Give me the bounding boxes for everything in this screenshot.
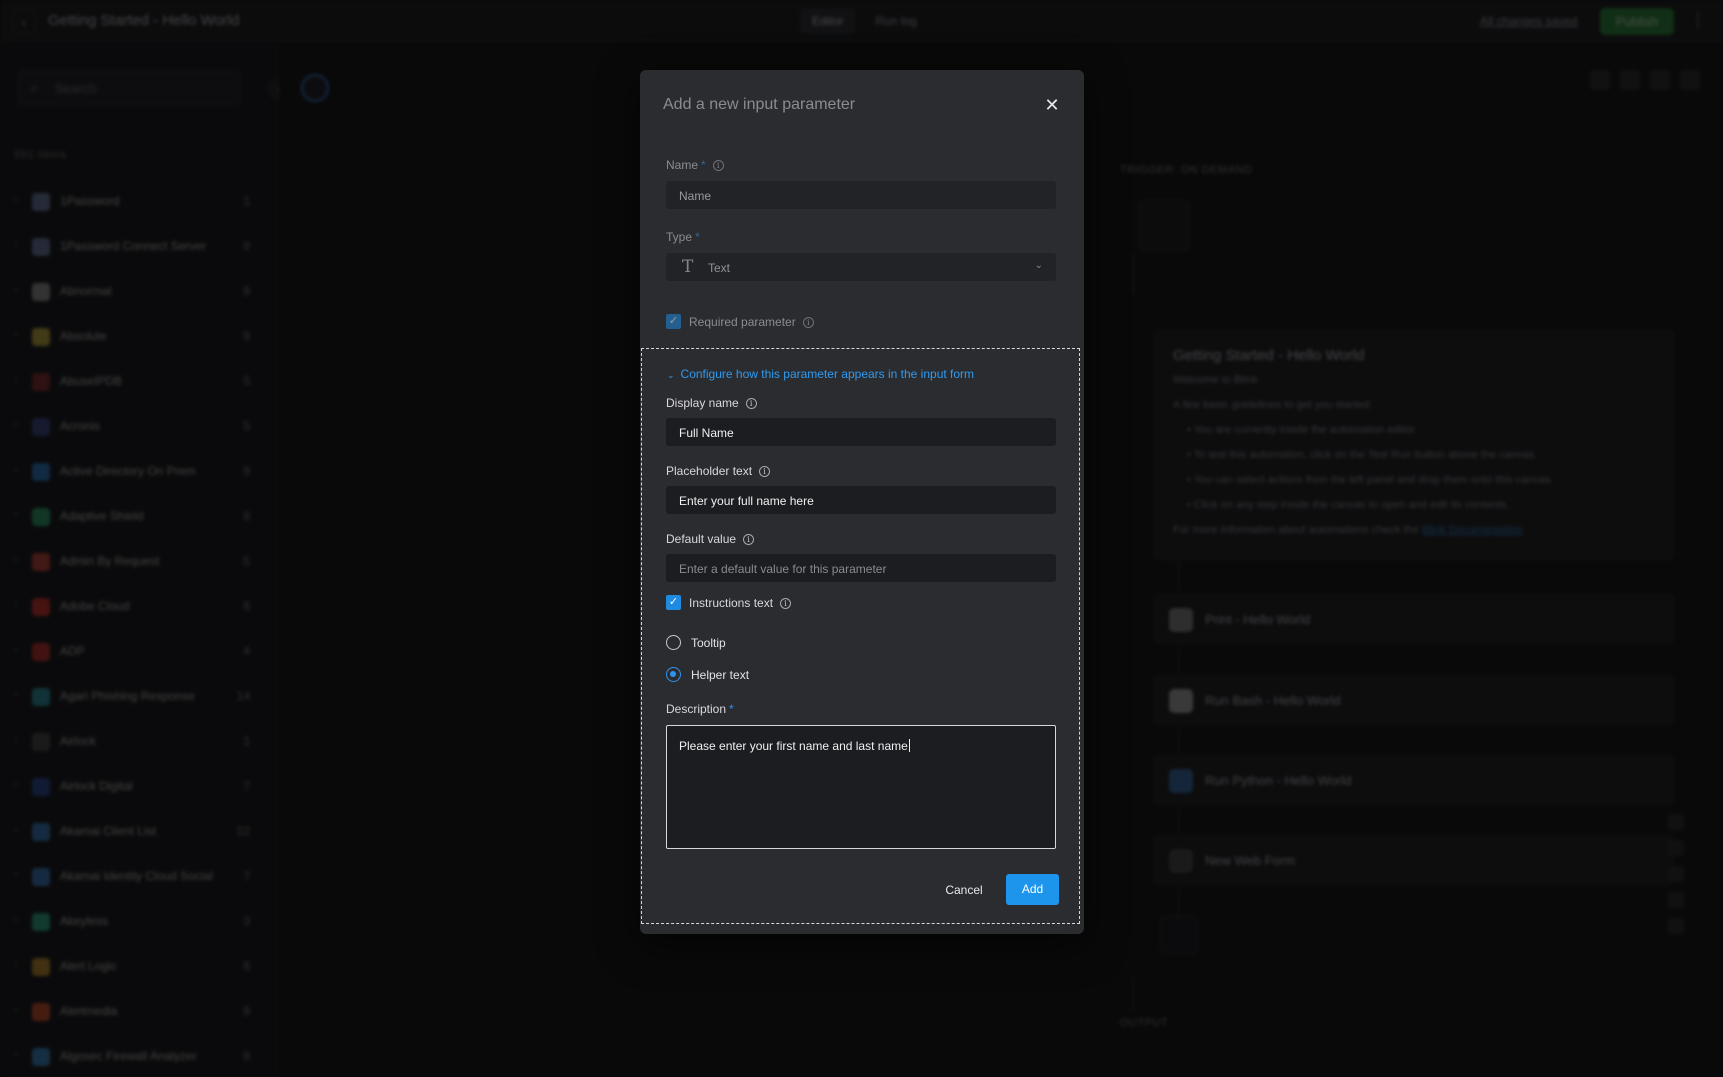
- input-form-config-section: ⌄ Configure how this parameter appears in…: [641, 348, 1080, 924]
- placeholder-text-label: Placeholder text i: [666, 464, 771, 478]
- tooltip-label: Tooltip: [691, 636, 726, 650]
- helper-text-label: Helper text: [691, 668, 750, 682]
- info-icon: i: [712, 160, 724, 171]
- info-icon: i: [780, 598, 792, 609]
- cancel-button[interactable]: Cancel: [932, 875, 996, 905]
- name-label: Name * i: [666, 158, 724, 172]
- modal-top-section: Add a new input parameter Name * i Name Ty…: [640, 70, 1084, 348]
- text-caret: [908, 739, 910, 752]
- type-label: Type *: [666, 230, 700, 244]
- modal-title: Add a new input parameter: [663, 96, 856, 113]
- display-name-label: Display name i: [666, 396, 757, 410]
- add-input-parameter-modal: Add a new input parameter Name * i Name Ty…: [640, 70, 1084, 934]
- required-parameter-label: Required parameter i: [689, 315, 814, 329]
- close-icon[interactable]: ✕: [1041, 94, 1063, 116]
- type-select[interactable]: T Text ⌄: [666, 253, 1056, 281]
- helper-text-radio[interactable]: [666, 667, 681, 682]
- add-button[interactable]: Add: [1006, 874, 1059, 905]
- info-icon: i: [759, 466, 771, 477]
- chevron-down-icon: ⌄: [1034, 260, 1043, 271]
- chevron-down-icon: ⌄: [667, 370, 675, 380]
- display-name-input[interactable]: Full Name: [666, 418, 1056, 446]
- required-parameter-checkbox[interactable]: ✓: [666, 314, 681, 329]
- description-label: Description *: [666, 702, 734, 716]
- name-input[interactable]: Name: [666, 181, 1056, 209]
- instructions-text-label: Instructions text i: [689, 596, 792, 610]
- instructions-text-checkbox[interactable]: ✓: [666, 595, 681, 610]
- description-textarea[interactable]: Please enter your first name and last na…: [666, 725, 1056, 849]
- default-value-label: Default value i: [666, 532, 755, 546]
- type-select-value: Text: [708, 261, 731, 275]
- info-icon: i: [743, 534, 755, 545]
- info-icon: i: [745, 398, 757, 409]
- config-toggle[interactable]: ⌄ Configure how this parameter appears in…: [667, 367, 974, 381]
- tooltip-radio[interactable]: [666, 635, 681, 650]
- text-type-icon: T: [682, 257, 694, 277]
- default-value-input[interactable]: Enter a default value for this parameter: [666, 554, 1056, 582]
- placeholder-text-input[interactable]: Enter your full name here: [666, 486, 1056, 514]
- info-icon: i: [802, 317, 814, 328]
